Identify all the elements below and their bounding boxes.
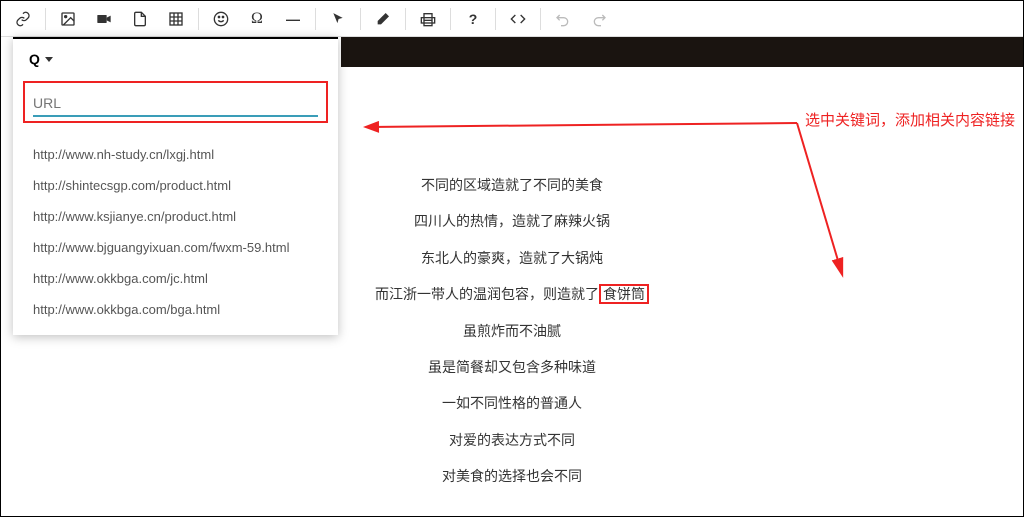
search-row[interactable]: Q xyxy=(13,39,338,75)
separator xyxy=(45,8,46,30)
content-line: 虽是简餐却又包含多种味道 xyxy=(1,349,1023,385)
header-strip xyxy=(341,37,1023,67)
content-line: 一如不同性格的普通人 xyxy=(1,385,1023,421)
content-line: 对美食的选择也会不同 xyxy=(1,458,1023,494)
table-icon[interactable] xyxy=(158,3,194,35)
link-dropdown: Q http://www.nh-study.cn/lxgj.html http:… xyxy=(13,37,338,335)
url-suggestion[interactable]: http://www.okkbga.com/jc.html xyxy=(13,263,338,294)
separator xyxy=(495,8,496,30)
link-icon[interactable] xyxy=(5,3,41,35)
url-suggestion[interactable]: http://www.nh-study.cn/lxgj.html xyxy=(13,139,338,170)
url-input[interactable] xyxy=(33,91,318,117)
omega-icon[interactable]: Ω xyxy=(239,3,275,35)
video-icon[interactable] xyxy=(86,3,122,35)
emoji-icon[interactable] xyxy=(203,3,239,35)
redo-icon[interactable] xyxy=(581,3,617,35)
content-line: 对爱的表达方式不同 xyxy=(1,422,1023,458)
code-icon[interactable] xyxy=(500,3,536,35)
help-icon[interactable]: ? xyxy=(455,3,491,35)
separator xyxy=(450,8,451,30)
separator xyxy=(315,8,316,30)
selected-keyword[interactable]: 食饼筒 xyxy=(599,284,649,304)
content-text: 而江浙一带人的温润包容，则造就了 xyxy=(375,286,599,302)
file-icon[interactable] xyxy=(122,3,158,35)
url-suggestion[interactable]: http://www.ksjianye.cn/product.html xyxy=(13,201,338,232)
url-suggestion[interactable]: http://shintecsgp.com/product.html xyxy=(13,170,338,201)
editor-toolbar: Ω — ? xyxy=(1,1,1023,37)
separator xyxy=(360,8,361,30)
url-suggestions: http://www.nh-study.cn/lxgj.html http://… xyxy=(13,133,338,335)
url-suggestion[interactable]: http://www.okkbga.com/bga.html xyxy=(13,294,338,325)
chevron-down-icon xyxy=(45,57,53,62)
image-icon[interactable] xyxy=(50,3,86,35)
url-input-highlight xyxy=(23,81,328,123)
print-icon[interactable] xyxy=(410,3,446,35)
separator xyxy=(405,8,406,30)
hr-icon[interactable]: — xyxy=(275,3,311,35)
search-icon: Q xyxy=(29,51,40,67)
separator xyxy=(540,8,541,30)
erase-icon[interactable] xyxy=(365,3,401,35)
separator xyxy=(198,8,199,30)
cursor-icon[interactable] xyxy=(320,3,356,35)
url-suggestion[interactable]: http://www.bjguangyixuan.com/fwxm-59.htm… xyxy=(13,232,338,263)
annotation-text: 选中关键词，添加相关内容链接 xyxy=(805,109,1015,130)
undo-icon[interactable] xyxy=(545,3,581,35)
